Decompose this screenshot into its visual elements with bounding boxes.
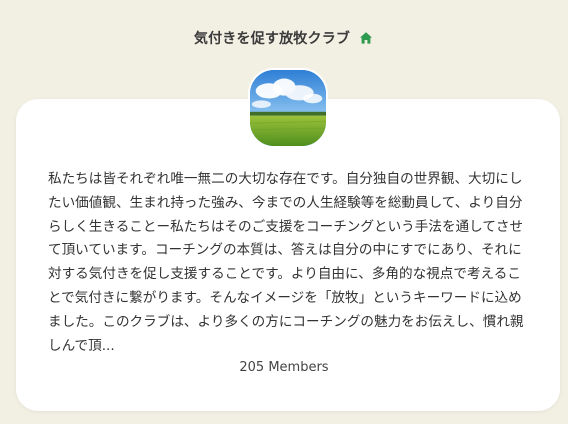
club-header: 気付きを促す放牧クラブ — [0, 28, 568, 48]
club-description: 私たちは皆それぞれ唯一無二の大切な存在です。自分独自の世界観、大切にしたい価値観… — [48, 171, 524, 354]
club-title: 気付きを促す放牧クラブ — [193, 31, 351, 47]
member-count: 205 Members — [239, 360, 329, 375]
club-avatar — [248, 68, 328, 148]
green-field-photo — [250, 70, 326, 146]
home-icon[interactable] — [358, 30, 374, 46]
